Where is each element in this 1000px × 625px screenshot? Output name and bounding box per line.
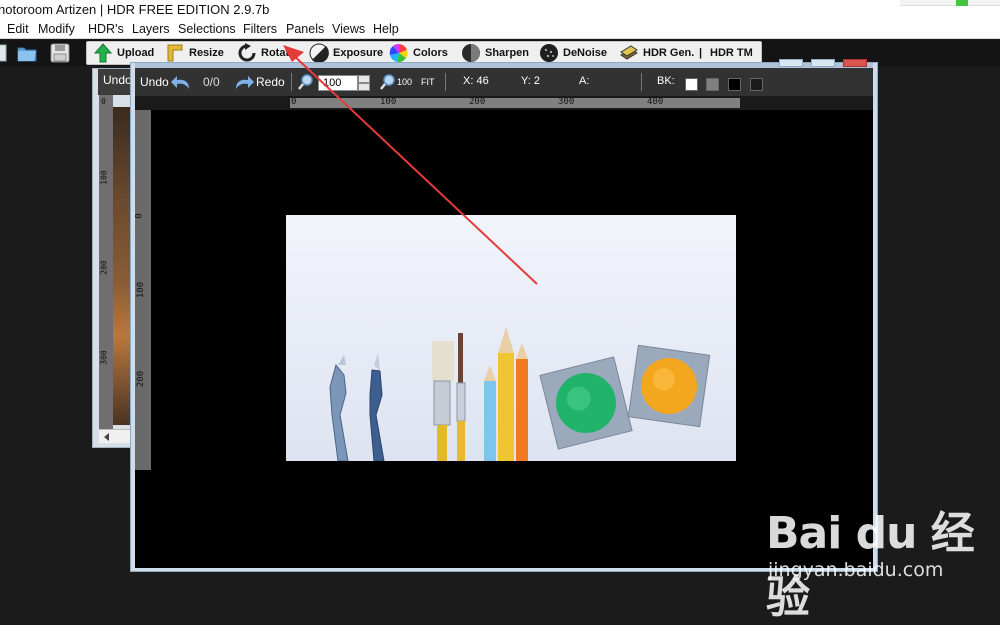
ruler-tick-label: 100 <box>380 97 397 107</box>
cursor-y-readout: Y: 2 <box>521 75 540 87</box>
zoom-input[interactable]: 100 <box>318 75 358 91</box>
toolbar-divider <box>641 73 642 91</box>
back-ruler-tick: 0 <box>101 97 106 106</box>
watermark-url: jingyan.baidu.com <box>768 559 944 581</box>
save-disk-icon[interactable] <box>49 42 71 64</box>
menu-panels[interactable]: Panels <box>286 22 324 36</box>
menu-layers[interactable]: Layers <box>132 22 170 36</box>
art-supplies-photo <box>329 327 711 461</box>
ruler-tick-label: 200 <box>469 97 486 107</box>
hdr-stack-icon <box>619 43 639 63</box>
bk-swatch-black[interactable] <box>728 78 741 91</box>
title-bar-indicator <box>956 0 968 6</box>
history-counter: 0/0 <box>203 75 220 89</box>
baidu-watermark: Bai du 经验 jingyan.baidu.com <box>766 497 996 623</box>
menu-views[interactable]: Views <box>332 22 365 36</box>
color-wheel-icon <box>389 43 409 63</box>
back-ruler-tick: 300 <box>99 350 109 365</box>
canvas-image[interactable] <box>286 215 736 461</box>
denoise-icon <box>539 43 559 63</box>
new-file-icon[interactable] <box>0 42 16 64</box>
maximize-button[interactable] <box>811 59 835 67</box>
close-button[interactable] <box>843 59 867 67</box>
back-ruler-tick: 100 <box>99 170 109 185</box>
title-bar-corner <box>900 0 1000 6</box>
toolbar-divider <box>445 73 446 91</box>
resize-button[interactable]: Resize <box>165 42 224 64</box>
colors-button[interactable]: Colors <box>389 42 448 64</box>
denoise-label: DeNoise <box>563 47 608 59</box>
ruler-tick-label: 300 <box>558 97 575 107</box>
title-bar: hotoroom Artizen | HDR FREE EDITION 2.9.… <box>0 0 1000 20</box>
undo-arrow-icon[interactable] <box>171 74 191 92</box>
menu-hdrs[interactable]: HDR's <box>88 22 124 36</box>
ruler-tick-label: 200 <box>136 370 147 388</box>
ruler-tick-label: 400 <box>647 97 664 107</box>
sharpen-icon <box>461 43 481 63</box>
tool-separator: | <box>699 47 703 59</box>
toolbar-divider <box>291 73 292 91</box>
undo-button[interactable]: Undo <box>140 75 169 89</box>
bk-swatch-gray[interactable] <box>706 78 719 91</box>
exposure-button[interactable]: Exposure <box>309 42 383 64</box>
menu-help[interactable]: Help <box>373 22 399 36</box>
scroll-left-icon[interactable] <box>101 431 113 443</box>
menu-bar: Edit Modify HDR's Layers Selections Filt… <box>0 20 1000 39</box>
document-window[interactable]: Undo 0/0 Redo 100 100 FIT X: 46 Y: 2 A: … <box>130 59 878 572</box>
zoom-100-button[interactable]: 100 <box>397 77 412 87</box>
redo-arrow-icon[interactable] <box>234 74 254 92</box>
open-folder-icon[interactable] <box>16 42 38 64</box>
exposure-label: Exposure <box>333 47 384 59</box>
zoom-in-icon[interactable] <box>298 74 314 90</box>
minimize-button[interactable] <box>779 59 803 67</box>
sharpen-label: Sharpen <box>485 47 530 59</box>
green-arrow-up-icon <box>93 43 113 63</box>
window-title: hotoroom Artizen | HDR FREE EDITION 2.9.… <box>0 2 270 17</box>
denoise-button[interactable]: DeNoise <box>539 42 607 64</box>
resize-ruler-icon <box>165 43 185 63</box>
ruler-tick-label: 100 <box>136 281 147 299</box>
resize-label: Resize <box>189 47 224 59</box>
back-vertical-ruler: 0 100 200 300 <box>99 95 113 429</box>
ruler-tick-label: 0 <box>134 213 145 219</box>
rotate-label: Rotate <box>261 47 296 59</box>
colors-label: Colors <box>413 47 448 59</box>
menu-selections[interactable]: Selections <box>178 22 236 36</box>
ruler-tick-label: 0 <box>291 97 297 107</box>
exposure-icon <box>309 43 329 63</box>
zoom-out-icon[interactable] <box>380 74 396 90</box>
alpha-readout: A: <box>579 75 590 87</box>
horizontal-ruler-strip: 0 100 200 300 400 <box>290 97 740 108</box>
rotate-arrow-icon <box>237 43 257 63</box>
redo-button[interactable]: Redo <box>256 75 285 89</box>
back-undo-label[interactable]: Undo <box>103 73 132 87</box>
document-canvas-area: Undo 0/0 Redo 100 100 FIT X: 46 Y: 2 A: … <box>135 68 873 568</box>
cursor-x-readout: X: 46 <box>463 75 489 87</box>
document-toolbar: Undo 0/0 Redo 100 100 FIT X: 46 Y: 2 A: … <box>135 68 873 96</box>
hdr-gen-label: HDR Gen. <box>643 47 695 59</box>
bk-swatch-dark[interactable] <box>750 78 763 91</box>
zoom-fit-button[interactable]: FIT <box>421 77 435 87</box>
bk-swatch-white[interactable] <box>685 78 698 91</box>
menu-edit[interactable]: Edit <box>7 22 29 36</box>
menu-modify[interactable]: Modify <box>38 22 75 36</box>
zoom-spin-up[interactable] <box>358 75 370 83</box>
back-ruler-tick: 200 <box>99 260 109 275</box>
upload-button[interactable]: Upload <box>93 42 154 64</box>
sharpen-button[interactable]: Sharpen <box>461 42 529 64</box>
rotate-button[interactable]: Rotate <box>237 42 295 64</box>
background-label: BK: <box>657 75 675 87</box>
hdr-tm-button[interactable]: HDR TM <box>710 42 753 64</box>
menu-filters[interactable]: Filters <box>243 22 277 36</box>
hdr-gen-button[interactable]: HDR Gen. <box>619 42 694 64</box>
zoom-spin-down[interactable] <box>358 83 370 91</box>
vertical-ruler: 0 100 200 <box>135 110 151 470</box>
upload-label: Upload <box>117 47 155 59</box>
